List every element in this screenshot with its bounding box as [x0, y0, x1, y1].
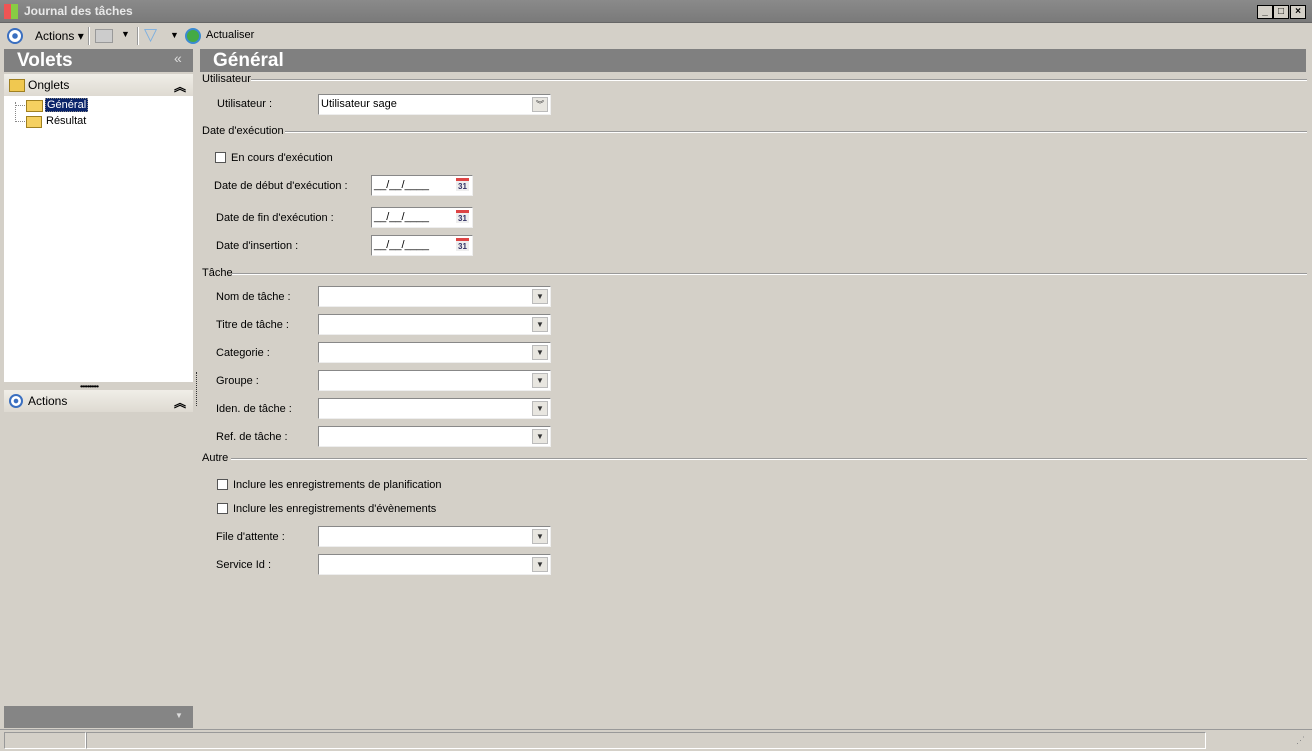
refresh-button[interactable]: Actualiser — [206, 29, 254, 41]
field-label: Groupe : — [216, 375, 259, 387]
include-events-label: Inclure les enregistrements d'évènements — [233, 503, 437, 515]
field-label: File d'attente : — [216, 531, 285, 543]
toolbar-separator — [137, 27, 139, 45]
field-select[interactable]: ▼ — [318, 314, 551, 335]
end-date-input[interactable]: __/__/____ 31 — [371, 207, 473, 228]
chevron-up-icon[interactable]: ︽ — [174, 394, 186, 411]
chevron-down-icon[interactable]: ▼ — [532, 373, 548, 388]
date-value: __/__/____ — [374, 179, 430, 191]
status-panel — [4, 732, 86, 749]
tabs-pane-title: Onglets — [28, 78, 70, 92]
include-planning-label: Inclure les enregistrements de planifica… — [233, 479, 442, 491]
include-planning-checkbox[interactable] — [217, 479, 228, 490]
section-divider — [231, 458, 1307, 460]
tree-item-label: Général — [45, 98, 89, 112]
section-date: Date d'exécution — [202, 125, 284, 137]
status-bar: ⋰ — [0, 729, 1312, 751]
actions-icon — [9, 394, 23, 408]
double-chevron-down-icon[interactable]: ︾ — [532, 97, 548, 112]
field-select[interactable]: ▼ — [318, 286, 551, 307]
minimize-button[interactable]: _ — [1257, 5, 1273, 19]
user-label: Utilisateur : — [217, 98, 273, 110]
chevron-down-icon[interactable]: ▼ — [532, 289, 548, 304]
tabs-pane-header[interactable]: Onglets ︽ — [4, 74, 193, 96]
field-label: Titre de tâche : — [216, 319, 289, 331]
app-icon — [4, 4, 18, 19]
maximize-button[interactable]: □ — [1273, 5, 1289, 19]
filter-icon[interactable]: ▽ — [144, 25, 157, 45]
status-panel — [86, 732, 1206, 749]
resize-grip-icon[interactable]: ⋰ — [1296, 735, 1305, 746]
section-divider — [232, 273, 1307, 275]
start-date-label: Date de début d'exécution : — [214, 180, 348, 192]
close-button[interactable]: × — [1290, 5, 1306, 19]
chevron-down-icon[interactable]: ▼ — [532, 401, 548, 416]
insert-date-label: Date d'insertion : — [216, 240, 299, 252]
vertical-splitter[interactable] — [196, 372, 197, 406]
date-value: __/__/____ — [374, 211, 430, 223]
calendar-icon[interactable]: 31 — [456, 178, 469, 191]
actions-pane-header[interactable]: Actions ︽ — [4, 390, 193, 412]
actions-menu-button[interactable]: Actions ▾ — [35, 29, 84, 43]
sidebar-header: Volets « — [4, 49, 193, 72]
field-label: Categorie : — [216, 347, 270, 359]
folder-icon — [9, 79, 25, 92]
chevron-down-icon[interactable]: ▼ — [532, 429, 548, 444]
section-other: Autre — [202, 452, 229, 464]
insert-date-input[interactable]: __/__/____ 31 — [371, 235, 473, 256]
toolbar-separator — [88, 27, 90, 45]
actions-pane-title: Actions — [28, 394, 68, 408]
chevron-down-icon[interactable]: ▼ — [532, 345, 548, 360]
refresh-icon[interactable] — [185, 28, 201, 44]
field-select[interactable]: ▼ — [318, 554, 551, 575]
folder-icon — [26, 116, 42, 128]
toolbar: Actions ▾ ▼ ▽ ▼ Actualiser — [0, 24, 1312, 48]
field-select[interactable]: ▼ — [318, 526, 551, 547]
end-date-label: Date de fin d'exécution : — [216, 212, 334, 224]
field-select[interactable]: ▼ — [318, 398, 551, 419]
calendar-icon[interactable]: 31 — [456, 238, 469, 251]
field-label: Service Id : — [216, 559, 272, 571]
page-title: Général — [213, 50, 284, 71]
actions-label: Actions — [35, 29, 75, 43]
sidebar-title: Volets — [17, 50, 73, 71]
running-checkbox[interactable] — [215, 152, 226, 163]
section-user: Utilisateur — [202, 73, 251, 85]
field-label: Ref. de tâche : — [216, 431, 288, 443]
tree-item-label: Résultat — [46, 115, 87, 127]
calendar-icon[interactable]: 31 — [456, 210, 469, 223]
title-bar: Journal des tâches _ □ × — [0, 0, 1312, 23]
sidebar-footer: ▼ — [4, 706, 193, 728]
field-select[interactable]: ▼ — [318, 370, 551, 391]
collapse-sidebar-button[interactable]: « — [174, 50, 182, 66]
print-icon[interactable] — [95, 29, 113, 43]
chevron-down-icon[interactable]: ▼ — [532, 317, 548, 332]
main-header: Général — [200, 49, 1306, 72]
include-events-checkbox[interactable] — [217, 503, 228, 514]
chevron-down-icon[interactable]: ▼ — [532, 557, 548, 572]
window-title: Journal des tâches — [24, 4, 133, 18]
user-select[interactable]: Utilisateur sage ︾ — [318, 94, 551, 115]
date-value: __/__/____ — [374, 239, 430, 251]
running-label: En cours d'exécution — [231, 152, 333, 164]
print-dropdown-icon[interactable]: ▼ — [121, 29, 130, 39]
section-divider — [251, 79, 1307, 81]
field-select[interactable]: ▼ — [318, 426, 551, 447]
start-date-input[interactable]: __/__/____ 31 — [371, 175, 473, 196]
chevron-down-icon[interactable]: ▼ — [175, 711, 183, 720]
tabs-tree: Général Résultat — [4, 96, 193, 382]
chevron-down-icon[interactable]: ▼ — [532, 529, 548, 544]
field-label: Nom de tâche : — [216, 291, 291, 303]
section-divider — [285, 131, 1307, 133]
section-task: Tâche — [202, 267, 233, 279]
field-select[interactable]: ▼ — [318, 342, 551, 363]
field-label: Iden. de tâche : — [216, 403, 292, 415]
user-select-value: Utilisateur sage — [321, 98, 397, 110]
chevron-up-icon[interactable]: ︽ — [174, 78, 186, 95]
filter-dropdown-icon[interactable]: ▼ — [170, 30, 179, 40]
open-folder-icon — [26, 100, 43, 112]
actions-icon — [7, 28, 23, 44]
